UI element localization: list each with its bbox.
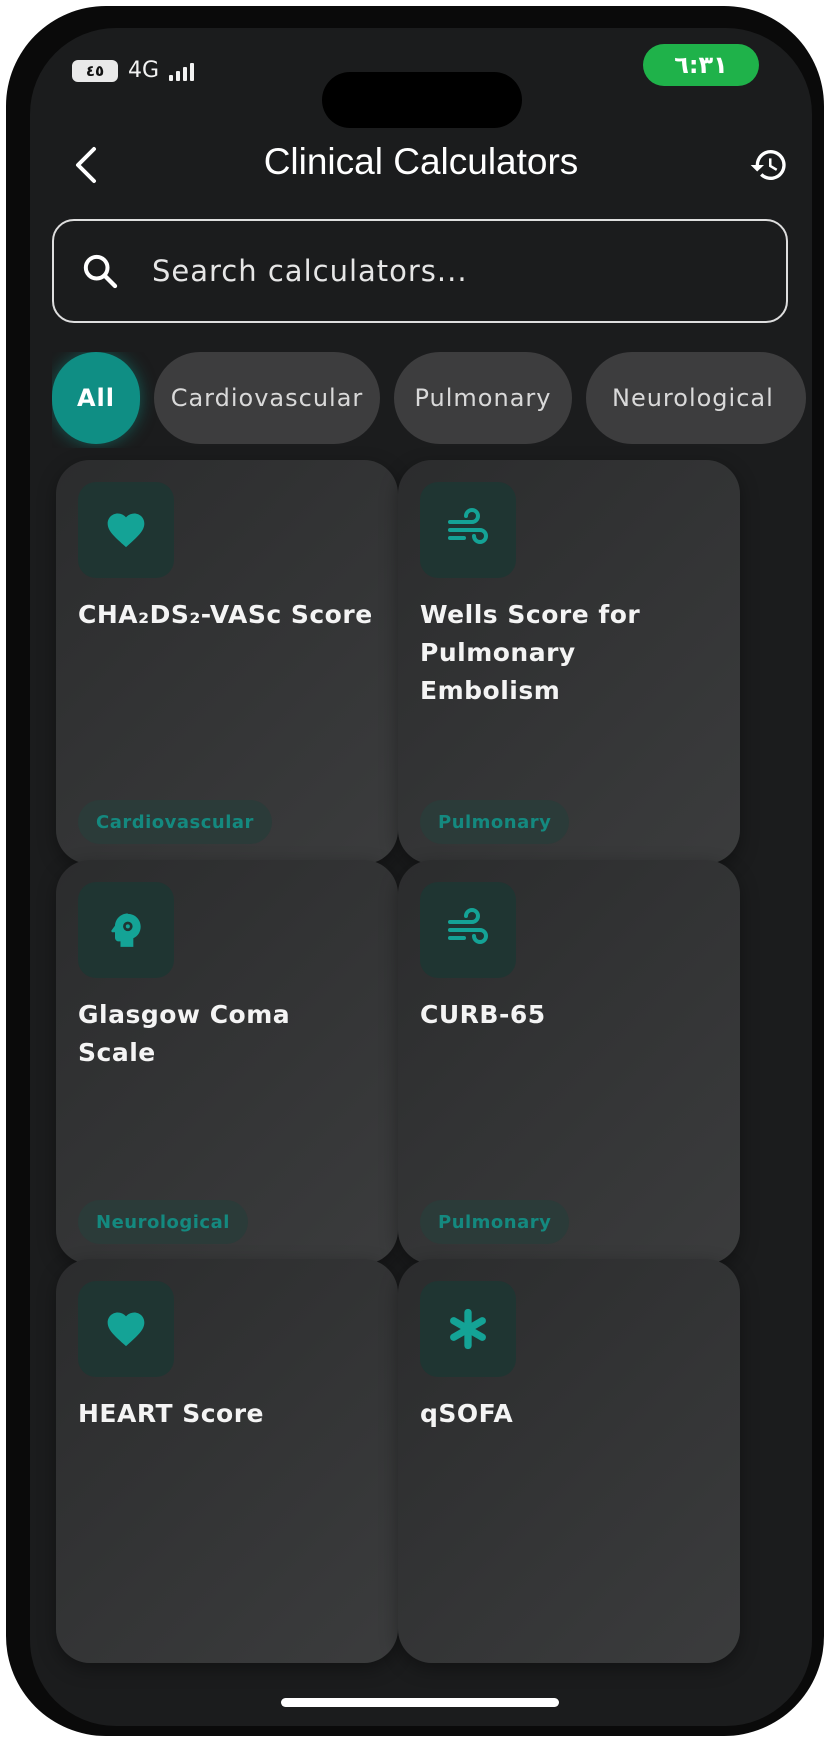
history-button[interactable] xyxy=(744,138,794,192)
calculator-title: Glasgow Coma Scale xyxy=(78,1000,291,1067)
calculator-card[interactable]: CURB-65 Pulmonary xyxy=(398,860,740,1264)
chip-cardiovascular[interactable]: Cardiovascular xyxy=(154,352,380,444)
calculator-card[interactable]: HEART Score xyxy=(56,1259,398,1663)
category-badge: Cardiovascular xyxy=(78,800,272,844)
category-badge: Pulmonary xyxy=(420,800,570,844)
back-button[interactable] xyxy=(62,138,112,192)
chip-all[interactable]: All xyxy=(52,352,140,444)
calculator-title: CURB-65 xyxy=(420,1000,546,1029)
search-input[interactable] xyxy=(150,253,714,289)
heart-icon xyxy=(78,482,174,578)
history-icon xyxy=(750,150,786,180)
search-icon xyxy=(83,254,118,289)
calculator-title: Wells Score for Pulmonary Embolism xyxy=(420,600,641,705)
status-bar-left: ٤٥ 4G xyxy=(72,58,195,83)
category-badge: Pulmonary xyxy=(420,1200,570,1244)
calculator-title: qSOFA xyxy=(420,1399,514,1428)
battery-indicator: ٤٥ xyxy=(72,59,118,82)
signal-icon xyxy=(169,61,195,81)
category-badge: Neurological xyxy=(78,1200,248,1244)
chip-neurological[interactable]: Neurological xyxy=(586,352,806,444)
home-indicator[interactable] xyxy=(281,1698,559,1707)
page-title: Clinical Calculators xyxy=(263,141,579,182)
asterisk-icon xyxy=(420,1281,516,1377)
calculator-card[interactable]: Glasgow Coma Scale Neurological xyxy=(56,860,398,1264)
calculator-title: HEART Score xyxy=(78,1399,265,1428)
calculator-title: CHA₂DS₂-VASc Score xyxy=(78,600,373,629)
status-time: ٦:٣١ xyxy=(643,44,759,86)
category-filter-bar: All Cardiovascular Pulmonary Neurologica… xyxy=(52,352,812,448)
app-screen: ٤٥ 4G ٦:٣١ Clinical Calculators Search c… xyxy=(30,28,812,1726)
brain-head-icon xyxy=(78,882,174,978)
air-icon xyxy=(420,882,516,978)
air-icon xyxy=(420,482,516,578)
calculator-card[interactable]: CHA₂DS₂-VASc Score Cardiovascular xyxy=(56,460,398,864)
phone-frame: ٤٥ 4G ٦:٣١ Clinical Calculators Search c… xyxy=(6,6,824,1736)
chip-pulmonary[interactable]: Pulmonary xyxy=(394,352,572,444)
search-bar[interactable] xyxy=(52,219,788,323)
network-type: 4G xyxy=(128,58,160,83)
heart-icon xyxy=(78,1281,174,1377)
calculator-card[interactable]: Wells Score for Pulmonary Embolism Pulmo… xyxy=(398,460,740,864)
calculator-card[interactable]: qSOFA xyxy=(398,1259,740,1663)
chevron-left-icon xyxy=(76,147,96,183)
dynamic-island xyxy=(322,72,522,128)
